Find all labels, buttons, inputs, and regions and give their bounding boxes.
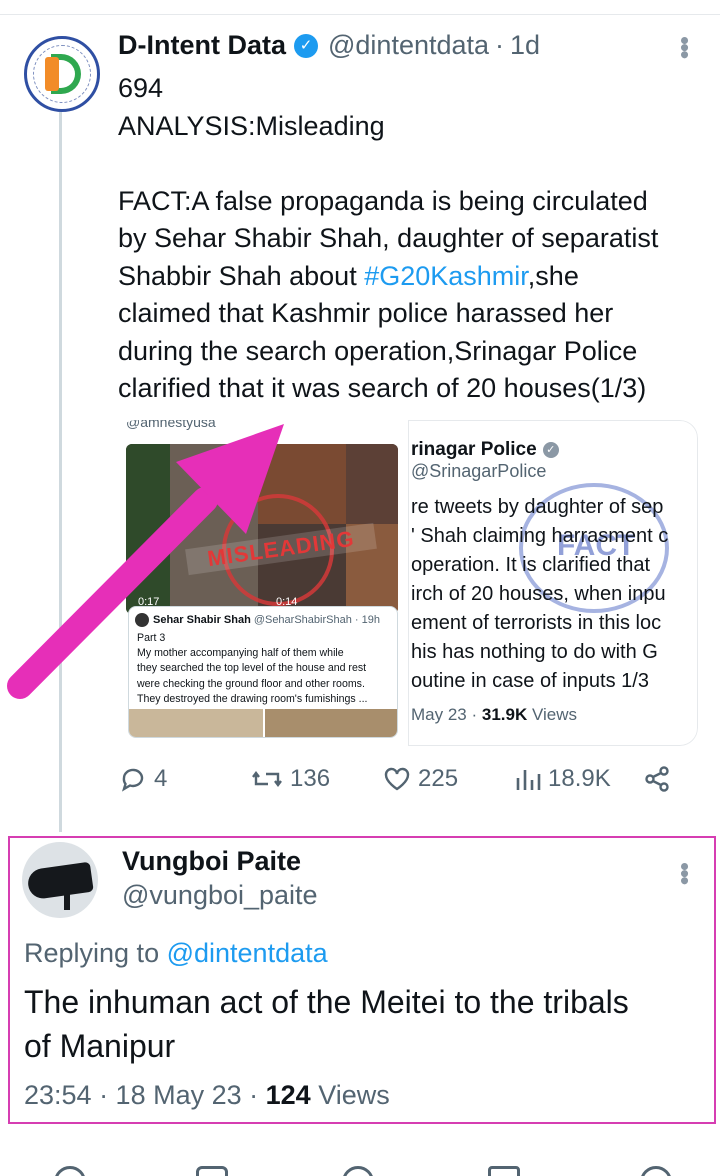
quoted-images — [129, 709, 397, 737]
quoted-line: they searched the top level of the house… — [137, 662, 367, 675]
quoted-image — [265, 709, 397, 737]
reply-more-options-icon[interactable]: ••• — [670, 862, 700, 883]
screenshot-date: May 23 · — [411, 705, 482, 724]
quoted-tweet-header: Sehar Shabir Shah @SeharShabirShah · 19h — [135, 613, 380, 627]
verified-badge-icon: ✓ — [294, 33, 318, 58]
quoted-line: were checking the ground floor and other… — [137, 677, 365, 690]
like-button[interactable]: 225 — [382, 764, 458, 794]
reply-author-handle[interactable]: @vungboi_paite — [122, 880, 318, 911]
author-handle[interactable]: @dintentdata — [328, 30, 489, 61]
heart-icon — [384, 767, 410, 791]
shoe-image — [26, 861, 94, 901]
bottom-action-bar — [0, 1150, 720, 1176]
collage-tile — [346, 444, 398, 524]
author-name[interactable]: D-Intent Data — [118, 30, 286, 61]
tweet-media[interactable]: @amnestyusa MISLEADING 0:17 0:14 Sehar S… — [118, 420, 698, 746]
reply-meta: 23:54 · 18 May 23 · 124 Views — [24, 1080, 390, 1111]
screenshot-line: ' Shah claiming harrasment c — [411, 525, 669, 547]
screenshot-line: outine in case of inputs 1/3 — [411, 670, 649, 692]
tweet-line: during the search operation,Srinagar Pol… — [118, 335, 638, 366]
replying-to-mention[interactable]: @dintentdata — [167, 938, 328, 968]
screenshot-meta: May 23 · 31.9K Views — [411, 705, 577, 725]
image-source-tag: @amnestyusa — [126, 420, 216, 430]
media-image-right[interactable]: FACT rinagar Police ✓ @SrinagarPolice re… — [408, 420, 698, 746]
logo-i-shape — [45, 57, 59, 91]
screenshot-line: ement of terrorists in this loc — [411, 612, 662, 634]
like-count: 225 — [418, 765, 459, 792]
separator: · — [495, 30, 505, 60]
thread-line — [59, 112, 62, 832]
reply-views-label: Views — [310, 1080, 390, 1110]
tweet-line-suffix: ,she — [527, 260, 579, 291]
screenshot-author-handle: @SrinagarPolice — [411, 461, 547, 481]
replying-to-prefix: Replying to — [24, 938, 167, 968]
more-options-icon[interactable]: ••• — [670, 36, 700, 57]
screenshot-views-count: 31.9K — [481, 705, 528, 724]
views-icon — [516, 770, 541, 790]
views-button[interactable]: 18.9K — [514, 764, 611, 794]
quoted-image — [129, 709, 263, 737]
reply-text: The inhuman act of the Meitei to the tri… — [24, 980, 704, 1068]
share-icon — [645, 766, 669, 792]
hashtag-link[interactable]: #G20Kashmir — [364, 261, 528, 291]
quoted-author-handle: @SeharShabirShah · 19h — [253, 614, 380, 626]
tweet-time[interactable]: 1d — [510, 30, 540, 61]
tweet-line — [118, 145, 708, 183]
share-button[interactable] — [642, 764, 678, 794]
tweet-line: 694 — [118, 73, 164, 103]
retweet-button[interactable]: 136 — [250, 764, 330, 794]
retweet-icon — [252, 771, 282, 787]
quoted-tweet-body: Part 3 My mother accompanying half of th… — [137, 631, 393, 707]
heart-icon[interactable] — [342, 1166, 374, 1176]
quoted-tweet-screenshot: Sehar Shabir Shah @SeharShabirShah · 19h… — [128, 606, 398, 738]
share-icon[interactable] — [640, 1166, 672, 1176]
screenshot-line: irch of 20 houses, when inpu — [411, 583, 666, 605]
screenshot-line: his has nothing to do with G — [411, 641, 658, 663]
screenshot-views-label: Views — [527, 705, 577, 724]
quoted-author-name: Sehar Shabir Shah — [153, 614, 251, 626]
collage-tile — [126, 444, 170, 614]
screenshot-tweet-text: re tweets by daughter of sep ' Shah clai… — [411, 493, 697, 696]
reply-author-name[interactable]: Vungboi Paite — [122, 846, 301, 877]
reply-views-count: 124 — [265, 1080, 311, 1110]
author-avatar[interactable] — [24, 36, 100, 112]
reply-button[interactable]: 4 — [118, 764, 167, 794]
media-image-left[interactable]: @amnestyusa MISLEADING 0:17 0:14 Sehar S… — [118, 420, 404, 746]
tweet-line: clarified that it was search of 20 house… — [118, 373, 647, 403]
reply-icon — [121, 768, 144, 792]
photo-collage: MISLEADING 0:17 0:14 — [126, 444, 398, 614]
tweet-line: Shabbir Shah about #G20Kashmir,she — [118, 258, 708, 296]
retweet-count: 136 — [290, 765, 331, 792]
top-divider — [0, 14, 720, 15]
screenshot-author-name-text: rinagar Police — [411, 439, 537, 460]
reply-line: The inhuman act of the Meitei to the tri… — [24, 984, 629, 1020]
tweet-line: FACT:A false propaganda is being circula… — [118, 185, 648, 216]
tweet-line: ANALYSIS:Misleading — [118, 110, 385, 141]
quoted-line: They destroyed the drawing room's fumish… — [137, 692, 368, 705]
replying-to: Replying to @dintentdata — [24, 938, 328, 969]
screenshot-line: operation. It is clarified that — [411, 554, 651, 576]
tweet-text: 694 ANALYSIS:Misleading FACT:A false pro… — [118, 70, 708, 408]
screenshot-author-name: rinagar Police ✓ — [411, 439, 559, 461]
views-count: 18.9K — [548, 765, 611, 792]
tweet-header: D-Intent Data ✓ @dintentdata · 1d — [118, 30, 540, 61]
reply-icon[interactable] — [54, 1166, 86, 1176]
reply-timestamp[interactable]: 23:54 · 18 May 23 · — [24, 1080, 266, 1110]
quoted-line: Part 3 — [137, 632, 166, 644]
reply-count: 4 — [154, 765, 168, 792]
tweet-actions: 4 136 225 18.9K — [118, 764, 698, 804]
reply-line: of Manipur — [24, 1028, 176, 1064]
tweet-line: claimed that Kashmir police harassed her — [118, 298, 614, 328]
quoted-avatar — [135, 613, 149, 627]
shoe-heel — [64, 890, 70, 910]
tweet-line: by Sehar Shabir Shah, daughter of separa… — [118, 223, 659, 253]
screenshot-line: re tweets by daughter of sep — [411, 496, 664, 518]
tweet-line-prefix: Shabbir Shah about — [118, 260, 365, 291]
quoted-line: My mother accompanying half of them whil… — [137, 647, 344, 660]
reply-author-avatar[interactable] — [22, 842, 98, 918]
bookmark-icon[interactable] — [488, 1166, 520, 1176]
retweet-icon[interactable] — [196, 1166, 228, 1176]
verified-badge-icon: ✓ — [542, 442, 559, 458]
